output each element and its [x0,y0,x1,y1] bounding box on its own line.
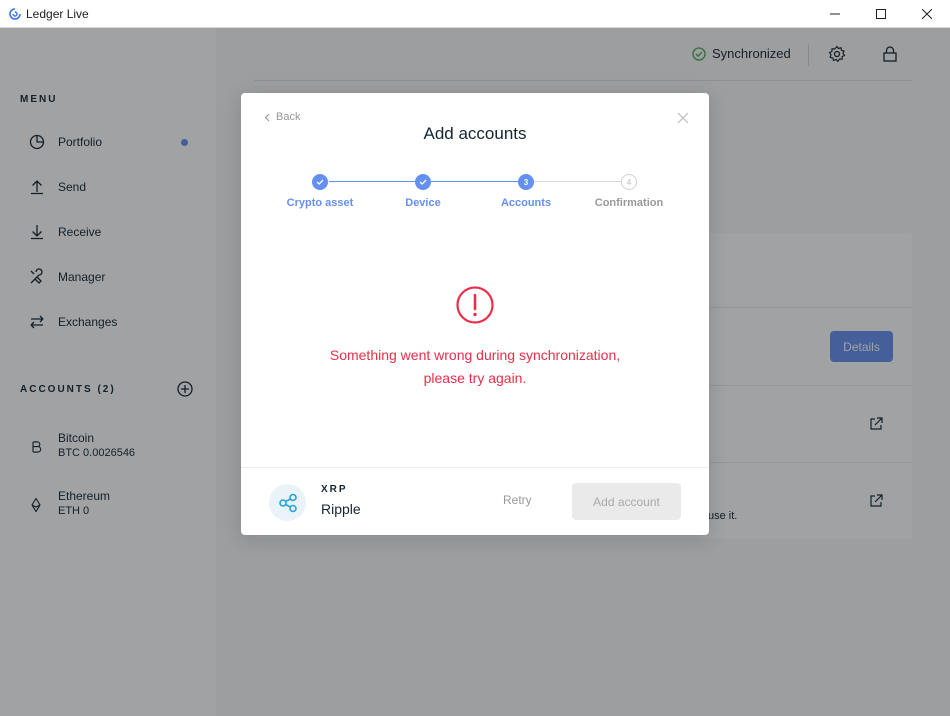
back-button[interactable]: Back [264,111,300,123]
step-2-circle [415,174,431,190]
step-label-accounts: Accounts [500,197,552,209]
window-titlebar: Ledger Live [0,0,950,28]
error-alert-icon [456,286,494,324]
ripple-icon [278,493,297,512]
minimize-icon [830,13,840,15]
error-message-line2: please try again. [423,370,527,386]
retry-button[interactable]: Retry [503,493,532,507]
add-account-button[interactable]: Add account [572,483,681,520]
maximize-icon [876,9,886,19]
coin-name: Ripple [321,501,361,517]
maximize-button[interactable] [858,0,904,28]
back-label: Back [276,111,301,123]
modal-title: Add accounts [423,124,527,143]
coin-ticker: XRP [321,484,348,495]
close-window-button[interactable] [904,0,950,28]
step-1-circle [312,174,328,190]
check-icon [316,179,324,185]
ledger-live-app-icon [9,8,21,20]
error-message-line1: Something went wrong during synchronizat… [329,347,621,363]
add-accounts-modal: Back Add accounts 3 4 Crypto asset Devic… [241,93,709,535]
window-title: Ledger Live [26,7,89,21]
stepper-remaining-line [527,181,629,182]
modal-footer-divider [241,467,709,468]
coin-badge [269,484,306,521]
check-icon [419,179,427,185]
step-3-circle: 3 [518,174,534,190]
step-label-device: Device [405,197,441,209]
error-message: Something went wrong during synchronizat… [241,344,709,390]
step-4-circle: 4 [621,174,637,190]
step-label-crypto-asset: Crypto asset [286,197,354,209]
close-icon[interactable] [677,112,689,124]
close-icon [922,9,932,19]
minimize-button[interactable] [812,0,858,28]
step-label-confirmation: Confirmation [594,197,664,209]
chevron-left-icon [264,113,270,121]
